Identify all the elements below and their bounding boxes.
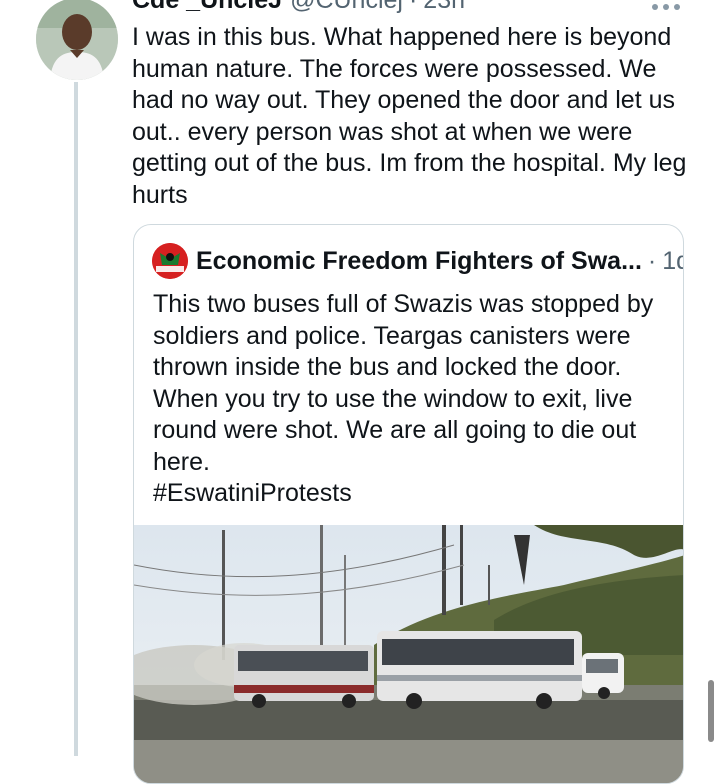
author-avatar[interactable] bbox=[36, 0, 118, 80]
eff-logo-avatar bbox=[152, 243, 188, 279]
tweet-timestamp[interactable]: 23h bbox=[423, 0, 465, 15]
author-display-name[interactable]: Cde _UncleJ bbox=[132, 0, 282, 15]
tweet-header: Cde _UncleJ @CUnclej · 23h bbox=[132, 0, 465, 20]
avatar-photo bbox=[36, 0, 118, 80]
author-handle[interactable]: @CUnclej bbox=[290, 0, 403, 15]
quoted-author-name[interactable]: Economic Freedom Fighters of Swa... bbox=[196, 247, 642, 276]
tweet-text: I was in this bus. What happened here is… bbox=[132, 23, 687, 209]
quoted-media-image[interactable] bbox=[134, 525, 684, 784]
more-dot bbox=[652, 4, 658, 10]
quoted-tweet-header: Economic Freedom Fighters of Swa... · 1d bbox=[152, 243, 683, 279]
quoted-separator: · bbox=[647, 246, 657, 275]
thread-connector-line bbox=[74, 82, 78, 756]
more-dot bbox=[663, 4, 669, 10]
quoted-tweet-text: This two buses full of Swazis was stoppe… bbox=[153, 290, 654, 507]
quoted-timestamp[interactable]: 1d bbox=[662, 247, 683, 276]
page-scrollbar[interactable] bbox=[708, 680, 714, 742]
quoted-tweet-card[interactable]: Economic Freedom Fighters of Swa... · 1d… bbox=[133, 224, 684, 784]
more-dot bbox=[674, 4, 680, 10]
header-separator: · bbox=[408, 0, 418, 14]
more-options-icon[interactable] bbox=[652, 0, 684, 16]
eff-logo-icon bbox=[152, 243, 188, 279]
